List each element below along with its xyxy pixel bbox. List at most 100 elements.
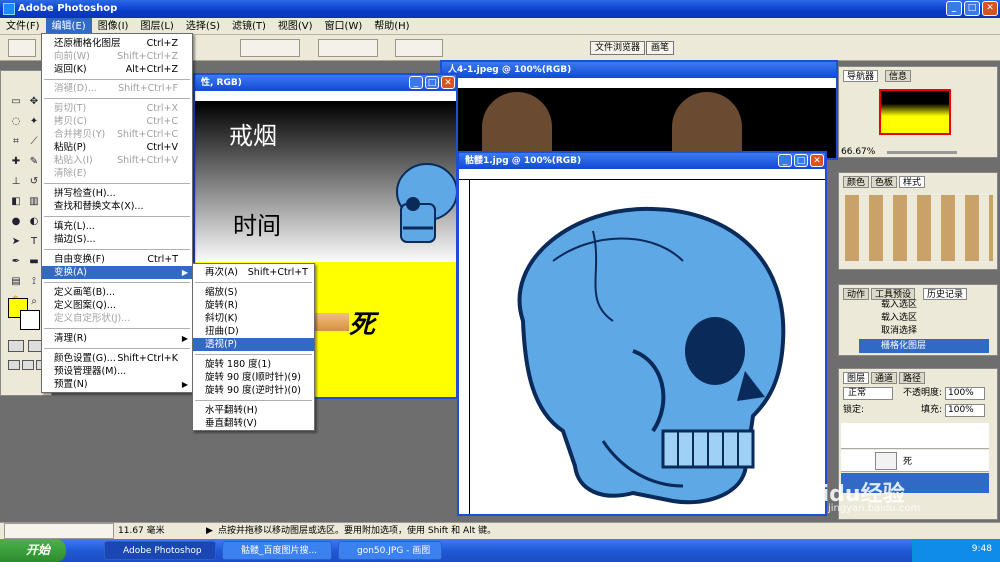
tab-navigator[interactable]: 导航器 [843,70,879,82]
path-select-icon[interactable]: ➤ [9,235,23,249]
type-tool-icon[interactable]: T [27,235,41,249]
magic-wand-icon[interactable]: ✦ [27,115,41,129]
navigator-thumbnail[interactable] [879,89,951,135]
doc1-close-button[interactable]: ✕ [441,76,455,89]
doc1-minimize-button[interactable]: _ [409,76,423,89]
blur-tool-icon[interactable]: ● [9,215,23,229]
tab-brushes[interactable]: 画笔 [646,41,675,55]
menu-file[interactable]: 文件(F) [0,18,46,34]
doc2-minimize-button[interactable]: _ [778,154,792,167]
menu-item-scale[interactable]: 缩放(S) [193,286,314,299]
menu-item-check-spelling[interactable]: 拼写检查(H)... [42,187,192,200]
doc1-maximize-button[interactable]: □ [425,76,439,89]
history-item-selected[interactable]: 栅格化图层 [859,339,989,353]
menu-item-perspective[interactable]: 透视(P) [193,338,314,351]
history-item[interactable]: 取消选择 [859,325,989,337]
tab-layers[interactable]: 图层 [843,372,870,384]
menu-item-transform[interactable]: 变换(A) ▶ [42,266,192,279]
dodge-tool-icon[interactable]: ◐ [27,215,41,229]
menu-item-rotate[interactable]: 旋转(R) [193,299,314,312]
marquee-tool-icon[interactable]: ▭ [9,95,23,109]
tab-color[interactable]: 颜色 [843,176,870,188]
tab-swatches[interactable]: 色板 [871,176,898,188]
screen-mode-standard-icon[interactable] [8,360,20,370]
taskbar-item-paint[interactable]: gon50.JPG - 画图 [338,541,442,560]
start-button[interactable]: 开始 [0,539,66,562]
document-window-face[interactable]: 人4-1.jpeg @ 100%(RGB) [440,60,838,162]
menu-image[interactable]: 图像(I) [92,18,135,34]
menu-layer[interactable]: 图层(L) [134,18,179,34]
screen-mode-full-icon[interactable] [22,360,34,370]
menu-item-define-shape[interactable]: 定义自定形状(J)... [42,312,192,325]
menu-item-paste[interactable]: 粘贴(P) Ctrl+V [42,141,192,154]
menu-edit[interactable]: 编辑(E) [45,18,92,34]
menu-item-define-pattern[interactable]: 定义图案(Q)... [42,299,192,312]
document-window-skull[interactable]: 骷髅1.jpg @ 100%(RGB) _ □ ✕ [457,151,827,516]
taskbar-item-photoshop[interactable]: Adobe Photoshop [104,541,216,560]
menu-item-copy-merged[interactable]: 合并拷贝(Y) Shift+Ctrl+C [42,128,192,141]
menu-item-copy[interactable]: 拷贝(C) Ctrl+C [42,115,192,128]
menu-item-clear[interactable]: 清除(E) [42,167,192,180]
tab-info[interactable]: 信息 [885,70,912,82]
standard-mode-icon[interactable] [8,340,24,352]
menu-item-step-backward[interactable]: 返回(K) Alt+Ctrl+Z [42,63,192,76]
menu-filter[interactable]: 滤镜(T) [226,18,272,34]
brush-tool-icon[interactable]: ✎ [27,155,41,169]
doc2-maximize-button[interactable]: □ [794,154,808,167]
minimize-button[interactable]: _ [946,1,962,16]
menu-item-flip-vertical[interactable]: 垂直翻转(V) [193,417,314,430]
doc2-close-button[interactable]: ✕ [810,154,824,167]
history-item[interactable]: 载入选区 [859,299,989,311]
background-color-swatch[interactable] [20,310,40,330]
ime-indicator[interactable] [4,523,114,539]
menu-item-preferences[interactable]: 预置(N) ▶ [42,378,192,391]
menu-item-stroke[interactable]: 描边(S)... [42,233,192,246]
layer-row-text[interactable]: 死 [841,450,989,472]
history-brush-icon[interactable]: ↺ [27,175,41,189]
gradient-tool-icon[interactable]: ▥ [27,195,41,209]
notes-tool-icon[interactable]: ▤ [9,275,23,289]
menu-select[interactable]: 选择(S) [180,18,226,34]
clone-stamp-icon[interactable]: ⊥ [9,175,23,189]
menu-item-paste-into[interactable]: 粘贴入(I) Shift+Ctrl+V [42,154,192,167]
menu-item-purge[interactable]: 清理(R) ▶ [42,332,192,345]
menu-window[interactable]: 窗口(W) [319,18,369,34]
eyedropper-icon[interactable]: ⟟ [27,275,41,289]
move-tool-preset-button[interactable] [8,39,36,57]
menu-help[interactable]: 帮助(H) [368,18,415,34]
zoom-slider[interactable] [887,151,957,154]
maximize-button[interactable]: □ [964,1,980,16]
opacity-input[interactable]: 100% [945,387,985,400]
slice-tool-icon[interactable]: ⟋ [27,135,41,149]
tab-styles[interactable]: 样式 [899,176,926,188]
menu-item-find-replace[interactable]: 查找和替换文本(X)... [42,200,192,213]
tab-paths[interactable]: 路径 [899,372,926,384]
menu-item-fill[interactable]: 填充(L)... [42,220,192,233]
menu-item-distort[interactable]: 扭曲(D) [193,325,314,338]
clock[interactable]: 9:48 [972,544,992,554]
taskbar-item-browser[interactable]: 骷髅_百度图片搜... [222,541,332,560]
menu-item-rotate-180[interactable]: 旋转 180 度(1) [193,358,314,371]
lasso-tool-icon[interactable]: ◌ [9,115,23,129]
move-tool-icon[interactable]: ✥ [27,95,41,109]
tab-file-browser[interactable]: 文件浏览器 [590,41,646,55]
menu-item-skew[interactable]: 斜切(K) [193,312,314,325]
pen-tool-icon[interactable]: ✒ [9,255,23,269]
menu-item-step-forward[interactable]: 向前(W) Shift+Ctrl+Z [42,50,192,63]
menu-item-fade[interactable]: 消褪(D)... Shift+Ctrl+F [42,82,192,95]
menu-item-color-settings[interactable]: 颜色设置(G)... Shift+Ctrl+K [42,352,192,365]
menu-item-flip-horizontal[interactable]: 水平翻转(H) [193,404,314,417]
menu-item-rotate-90-ccw[interactable]: 旋转 90 度(逆时针)(0) [193,384,314,397]
fill-input[interactable]: 100% [945,404,985,417]
eraser-tool-icon[interactable]: ◧ [9,195,23,209]
close-button[interactable]: ✕ [982,1,998,16]
distribute-buttons[interactable] [318,39,378,57]
navigator-zoom[interactable]: 66.67% [841,147,875,157]
menu-item-cut[interactable]: 剪切(T) Ctrl+X [42,102,192,115]
style-swatches-grid[interactable] [845,195,993,261]
shape-tool-icon[interactable]: ▬ [27,255,41,269]
align-buttons[interactable] [240,39,300,57]
tab-channels[interactable]: 通道 [871,372,898,384]
menu-item-again[interactable]: 再次(A) Shift+Ctrl+T [193,266,314,279]
menu-item-define-brush[interactable]: 定义画笔(B)... [42,286,192,299]
